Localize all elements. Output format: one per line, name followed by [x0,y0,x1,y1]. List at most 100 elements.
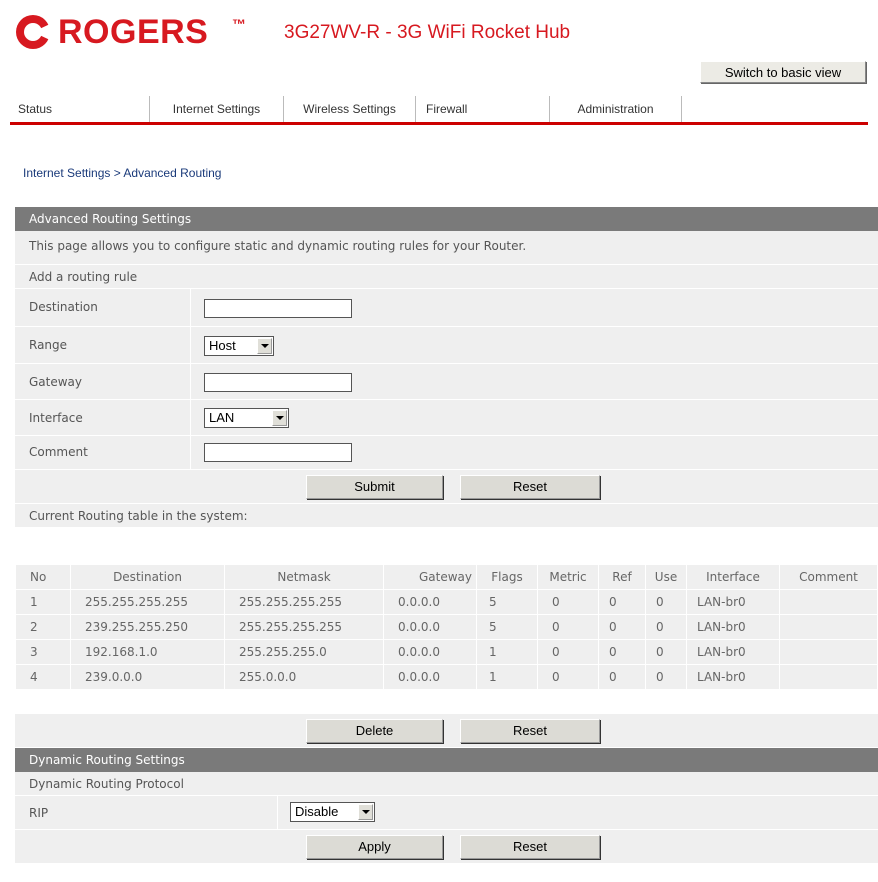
reset-dynamic-button[interactable]: Reset [460,835,600,859]
table-cell-gateway: 0.0.0.0 [383,639,477,665]
col-flags: Flags [476,564,538,590]
add-rule-label: Add a routing rule [15,265,878,289]
table-cell-netmask: 255.255.255.255 [224,614,384,640]
rip-select[interactable]: Disable [290,802,375,822]
destination-label: Destination [29,300,98,314]
tab-wireless-settings[interactable]: Wireless Settings [284,96,416,122]
table-cell-no: 4 [15,664,71,690]
rip-selected-value: Disable [295,804,339,819]
table-cell-use: 0 [645,614,687,640]
table-cell-flags: 1 [476,639,538,665]
table-cell-use: 0 [645,589,687,615]
rip-label: RIP [29,806,49,820]
range-select[interactable]: Host [204,336,274,356]
col-metric: Metric [537,564,599,590]
table-cell-comment [779,589,878,615]
table-cell-metric: 0 [537,639,599,665]
col-destination: Destination [70,564,225,590]
table-cell-destination: 239.0.0.0 [70,664,225,690]
tab-administration[interactable]: Administration [550,96,682,122]
comment-label: Comment [29,445,88,459]
table-row: 1 255.255.255.255 255.255.255.255 0.0.0.0 5 0… [15,589,878,615]
page-description: This page allows you to configure static… [15,231,878,265]
main-nav-tabs: Status Internet Settings Wireless Settin… [10,96,868,125]
add-rule-buttons-row: Submit Reset [15,470,878,504]
interface-selected-value: LAN [209,410,235,425]
range-label: Range [29,338,68,352]
table-cell-no: 2 [15,614,71,640]
advanced-routing-header: Advanced Routing Settings [15,207,878,231]
tab-internet-settings[interactable]: Internet Settings [150,96,284,122]
comment-row: Comment [15,436,878,470]
dynamic-buttons-row: Apply Reset [15,830,878,864]
range-selected-value: Host [209,338,236,353]
table-cell-use: 0 [645,664,687,690]
breadcrumb: Internet Settings > Advanced Routing [23,166,222,180]
routing-table: No Destination Netmask Gateway Flags Met… [15,564,878,690]
table-cell-flags: 5 [476,614,538,640]
device-model-title: 3G27WV-R - 3G WiFi Rocket Hub [284,22,571,43]
table-cell-ref: 0 [598,639,646,665]
table-cell-comment [779,614,878,640]
table-cell-destination: 192.168.1.0 [70,639,225,665]
rogers-logo-icon [16,15,50,49]
interface-row: Interface LAN [15,400,878,436]
table-cell-ref: 0 [598,664,646,690]
col-ref: Ref [598,564,646,590]
table-cell-interface: LAN-br0 [686,614,780,640]
interface-label: Interface [29,411,83,425]
table-cell-netmask: 255.255.255.0 [224,639,384,665]
table-cell-destination: 239.255.255.250 [70,614,225,640]
table-row: 4 239.0.0.0 255.0.0.0 0.0.0.0 1 0 0 0 LAN-br0 [15,664,878,690]
table-cell-metric: 0 [537,664,599,690]
dynamic-routing-header: Dynamic Routing Settings [15,748,878,772]
col-netmask: Netmask [224,564,384,590]
gateway-label: Gateway [29,375,83,389]
chevron-down-icon[interactable] [272,410,287,426]
reset-table-button[interactable]: Reset [460,719,600,743]
table-cell-interface: LAN-br0 [686,589,780,615]
table-row: 3 192.168.1.0 255.255.255.0 0.0.0.0 1 0 0 0 LAN-… [15,639,878,665]
routing-table-title: Current Routing table in the system: [15,504,878,528]
reset-rule-button[interactable]: Reset [460,475,600,499]
table-cell-comment [779,639,878,665]
table-cell-no: 1 [15,589,71,615]
dynamic-routing-panel: Delete Reset Dynamic Routing Settings Dy… [15,714,878,864]
chevron-down-icon[interactable] [358,804,373,820]
tab-status[interactable]: Status [10,96,150,122]
table-cell-metric: 0 [537,614,599,640]
table-cell-destination: 255.255.255.255 [70,589,225,615]
col-no: No [15,564,71,590]
col-gateway: Gateway [383,564,477,590]
table-cell-gateway: 0.0.0.0 [383,589,477,615]
table-buttons-row: Delete Reset [15,714,878,748]
submit-button[interactable]: Submit [306,475,443,499]
trademark-symbol: ™ [232,16,246,32]
chevron-down-icon[interactable] [257,338,272,354]
switch-to-basic-view-button[interactable]: Switch to basic view [700,61,866,83]
table-cell-metric: 0 [537,589,599,615]
dynamic-protocol-label: Dynamic Routing Protocol [15,772,878,796]
interface-select[interactable]: LAN [204,408,289,428]
apply-button[interactable]: Apply [306,835,443,859]
destination-input[interactable] [204,299,352,318]
table-cell-interface: LAN-br0 [686,639,780,665]
destination-row: Destination [15,289,878,327]
range-row: Range Host [15,327,878,364]
table-cell-netmask: 255.255.255.255 [224,589,384,615]
routing-table-body: 1 255.255.255.255 255.255.255.255 0.0.0.0 5 0… [15,589,878,690]
tab-firewall[interactable]: Firewall [416,96,550,122]
col-comment: Comment [779,564,878,590]
table-cell-gateway: 0.0.0.0 [383,664,477,690]
table-cell-comment [779,664,878,690]
advanced-routing-panel: Advanced Routing Settings This page allo… [15,207,878,528]
col-use: Use [645,564,687,590]
comment-input[interactable] [204,443,352,462]
table-cell-flags: 5 [476,589,538,615]
delete-button[interactable]: Delete [306,719,443,743]
header: ROGERS ™ 3G27WV-R - 3G WiFi Rocket Hub S… [0,0,878,100]
table-cell-ref: 0 [598,614,646,640]
table-cell-flags: 1 [476,664,538,690]
gateway-input[interactable] [204,373,352,392]
gateway-row: Gateway [15,364,878,400]
